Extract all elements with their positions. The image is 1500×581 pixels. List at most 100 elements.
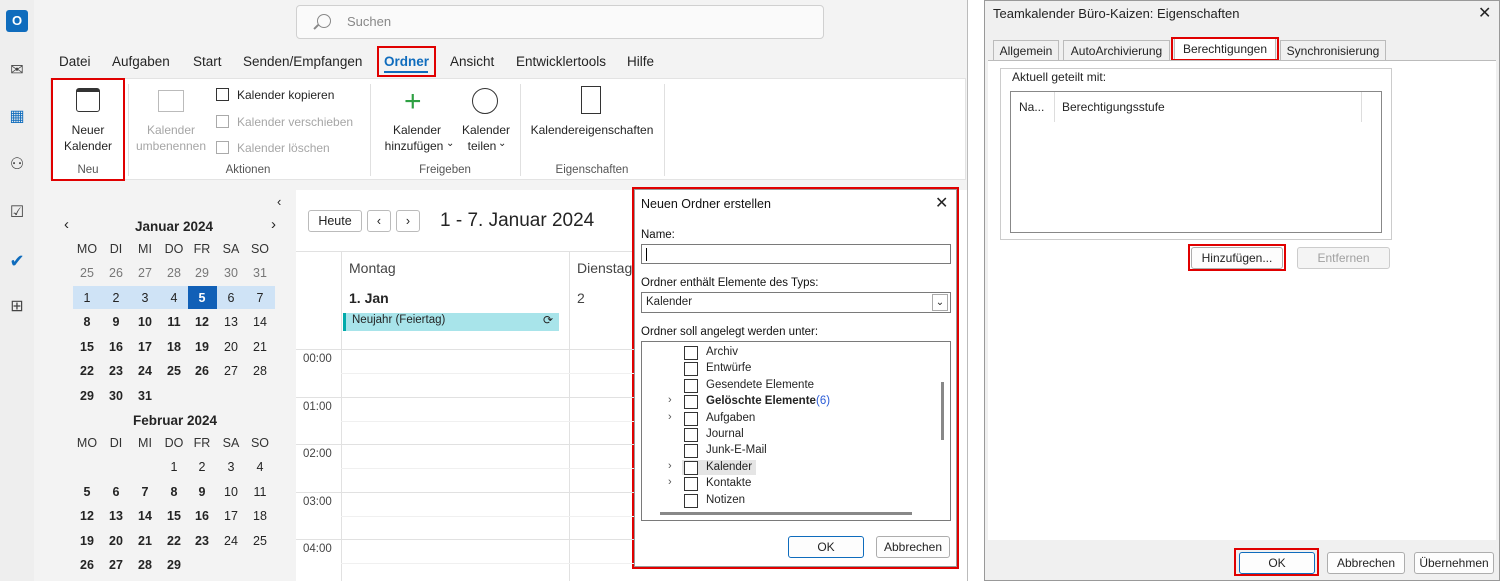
- jan-day[interactable]: 25: [162, 364, 186, 378]
- today-button[interactable]: Heute: [308, 210, 362, 232]
- jan-day[interactable]: 27: [219, 364, 243, 378]
- jan-day[interactable]: 2: [104, 291, 128, 305]
- feb-day[interactable]: 3: [219, 460, 243, 474]
- move-calendar-button[interactable]: Kalender verschieben: [216, 114, 366, 132]
- jan-day[interactable]: 18: [162, 340, 186, 354]
- jan-day[interactable]: 1: [75, 291, 99, 305]
- jan-day[interactable]: 4: [162, 291, 186, 305]
- feb-day[interactable]: 22: [162, 534, 186, 548]
- jan-day[interactable]: 7: [248, 291, 272, 305]
- calendar-properties-button[interactable]: Kalendereigenschaften: [524, 80, 660, 160]
- tasks-icon[interactable]: ☑: [6, 202, 28, 224]
- jan-day[interactable]: 31: [248, 266, 272, 280]
- expand-chevron-icon[interactable]: ›: [668, 411, 672, 423]
- folder-tree-item[interactable]: Gesendete Elemente: [666, 378, 916, 394]
- jan-day[interactable]: 9: [104, 315, 128, 329]
- feb-day[interactable]: 17: [219, 509, 243, 523]
- jan-day[interactable]: 30: [104, 389, 128, 403]
- collapse-chevron-icon[interactable]: ‹: [277, 194, 281, 209]
- jan-day[interactable]: 24: [133, 364, 157, 378]
- col-name[interactable]: Na...: [1019, 100, 1044, 114]
- folder-tree-item[interactable]: › Kontakte: [666, 476, 916, 492]
- properties-apply-button[interactable]: Übernehmen: [1414, 552, 1494, 574]
- folder-tree-item[interactable]: › Aufgaben: [666, 411, 916, 427]
- todo-icon[interactable]: ✔: [6, 250, 28, 272]
- folder-tree-item[interactable]: Junk-E-Mail: [666, 443, 916, 459]
- folder-tree-item[interactable]: › Kalender: [666, 459, 916, 476]
- feb-day[interactable]: 15: [162, 509, 186, 523]
- feb-day[interactable]: 25: [248, 534, 272, 548]
- prev-month-icon[interactable]: ‹: [64, 216, 69, 233]
- close-icon[interactable]: ✕: [1478, 3, 1491, 23]
- feb-day[interactable]: 2: [190, 460, 214, 474]
- jan-day[interactable]: 23: [104, 364, 128, 378]
- feb-day[interactable]: 8: [162, 485, 186, 499]
- feb-day[interactable]: 28: [133, 558, 157, 572]
- jan-day[interactable]: 8: [75, 315, 99, 329]
- feb-day[interactable]: 24: [219, 534, 243, 548]
- prev-week-button[interactable]: ‹: [367, 210, 391, 232]
- feb-day[interactable]: 21: [133, 534, 157, 548]
- feb-day[interactable]: 5: [75, 485, 99, 499]
- jan-day[interactable]: 10: [133, 315, 157, 329]
- jan-day[interactable]: 27: [133, 266, 157, 280]
- menu-ansicht[interactable]: Ansicht: [450, 54, 494, 69]
- feb-day[interactable]: 27: [104, 558, 128, 572]
- remove-permission-button[interactable]: Entfernen: [1297, 247, 1390, 269]
- feb-day[interactable]: 29: [162, 558, 186, 572]
- calendar-icon[interactable]: ▦: [6, 106, 28, 128]
- jan-day[interactable]: 26: [190, 364, 214, 378]
- jan-day[interactable]: 6: [219, 291, 243, 305]
- apps-icon[interactable]: ⊞: [6, 296, 28, 318]
- tab-synchronisierung[interactable]: Synchronisierung: [1280, 40, 1386, 60]
- jan-day[interactable]: 11: [162, 315, 186, 329]
- jan-day[interactable]: 12: [190, 315, 214, 329]
- feb-day[interactable]: 23: [190, 534, 214, 548]
- menu-datei[interactable]: Datei: [59, 54, 91, 69]
- event-neujahr[interactable]: Neujahr (Feiertag) ⟳: [343, 313, 559, 331]
- feb-day[interactable]: 13: [104, 509, 128, 523]
- jan-day[interactable]: 5: [190, 291, 214, 305]
- expand-chevron-icon[interactable]: ›: [668, 476, 672, 488]
- expand-chevron-icon[interactable]: ›: [668, 460, 672, 472]
- menu-hilfe[interactable]: Hilfe: [627, 54, 654, 69]
- jan-day[interactable]: 31: [133, 389, 157, 403]
- jan-day[interactable]: 28: [162, 266, 186, 280]
- jan-day[interactable]: 26: [104, 266, 128, 280]
- tab-allgemein[interactable]: Allgemein: [993, 40, 1059, 60]
- jan-day[interactable]: 15: [75, 340, 99, 354]
- next-month-icon[interactable]: ›: [271, 216, 276, 233]
- copy-calendar-button[interactable]: Kalender kopieren: [216, 87, 346, 105]
- jan-day[interactable]: 29: [75, 389, 99, 403]
- feb-day[interactable]: 9: [190, 485, 214, 499]
- mail-icon[interactable]: ✉: [6, 60, 28, 82]
- feb-day[interactable]: 14: [133, 509, 157, 523]
- rename-calendar-button[interactable]: Kalender umbenennen: [132, 80, 210, 160]
- next-week-button[interactable]: ›: [396, 210, 420, 232]
- jan-day[interactable]: 16: [104, 340, 128, 354]
- feb-day[interactable]: 12: [75, 509, 99, 523]
- delete-calendar-button[interactable]: Kalender löschen: [216, 140, 346, 158]
- folder-tree-item[interactable]: Archiv: [666, 345, 916, 361]
- feb-day[interactable]: 18: [248, 509, 272, 523]
- feb-day[interactable]: 7: [133, 485, 157, 499]
- feb-day[interactable]: 6: [104, 485, 128, 499]
- jan-day[interactable]: 30: [219, 266, 243, 280]
- folder-tree-item[interactable]: Notizen: [666, 493, 916, 509]
- feb-day[interactable]: 1: [162, 460, 186, 474]
- jan-day[interactable]: 3: [133, 291, 157, 305]
- tab-autoarchivierung[interactable]: AutoArchivierung: [1063, 40, 1170, 60]
- feb-day[interactable]: 4: [248, 460, 272, 474]
- properties-cancel-button[interactable]: Abbrechen: [1327, 552, 1405, 574]
- folder-tree-item[interactable]: Journal: [666, 427, 916, 443]
- feb-day[interactable]: 10: [219, 485, 243, 499]
- folder-tree-item[interactable]: Entwürfe: [666, 361, 916, 377]
- jan-day[interactable]: 28: [248, 364, 272, 378]
- jan-day[interactable]: 22: [75, 364, 99, 378]
- jan-day[interactable]: 25: [75, 266, 99, 280]
- feb-day[interactable]: 16: [190, 509, 214, 523]
- feb-day[interactable]: 26: [75, 558, 99, 572]
- jan-day[interactable]: 21: [248, 340, 272, 354]
- menu-start[interactable]: Start: [193, 54, 222, 69]
- jan-day[interactable]: 14: [248, 315, 272, 329]
